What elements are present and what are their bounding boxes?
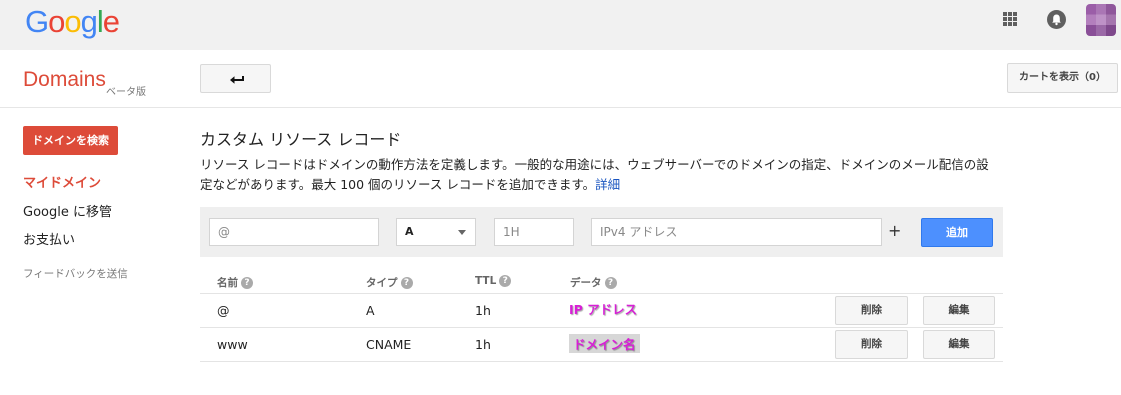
record-data: IP アドレス — [569, 302, 638, 317]
sidebar-item-my-domains[interactable]: マイドメイン — [23, 172, 101, 191]
help-icon[interactable]: ? — [400, 277, 413, 289]
record-name-input[interactable]: @ — [209, 218, 379, 246]
delete-record-button[interactable]: 削除 — [835, 330, 908, 359]
column-header-ttl: TTL? — [475, 275, 512, 287]
view-cart-button[interactable]: カートを表示（0） — [1007, 63, 1118, 93]
logo-letter: e — [102, 4, 120, 39]
send-feedback-link[interactable]: フィードバックを送信 — [23, 266, 128, 281]
search-domain-button[interactable]: ドメインを検索 — [23, 126, 118, 155]
column-header-type: タイプ? — [366, 275, 413, 290]
logo-letter: o — [48, 4, 65, 39]
table-divider — [200, 293, 1003, 294]
help-icon[interactable]: ? — [241, 277, 253, 289]
column-label: TTL — [475, 275, 497, 287]
sidebar-item-billing[interactable]: お支払い — [23, 229, 75, 248]
column-label: タイプ — [366, 277, 398, 289]
table-divider — [200, 327, 1003, 328]
ttl-input[interactable]: 1H — [494, 218, 574, 246]
column-label: データ — [570, 277, 602, 289]
add-record-form: @ A 1H IPv4 アドレス + 追加 — [200, 207, 1003, 257]
domains-header: Domains ベータ版 カートを表示（0） — [0, 50, 1121, 108]
column-header-data: データ? — [570, 275, 617, 290]
delete-record-button[interactable]: 削除 — [835, 296, 908, 325]
account-avatar[interactable] — [1086, 4, 1116, 36]
google-top-bar: Google — [0, 0, 1121, 50]
logo-letter: o — [64, 4, 81, 39]
edit-record-button[interactable]: 編集 — [923, 330, 995, 359]
help-icon[interactable]: ? — [499, 275, 512, 287]
add-record-button[interactable]: 追加 — [921, 218, 993, 247]
dropdown-caret-icon — [458, 230, 466, 235]
record-data-input[interactable]: IPv4 アドレス — [591, 218, 882, 246]
logo-letter: g — [80, 4, 98, 39]
record-name: @ — [217, 303, 230, 318]
table-divider — [200, 361, 1003, 362]
column-header-name: 名前? — [217, 275, 253, 290]
help-icon[interactable]: ? — [604, 277, 617, 289]
record-data: ドメイン名 — [569, 334, 640, 353]
plus-icon[interactable]: + — [888, 221, 901, 240]
record-type: CNAME — [366, 337, 412, 352]
back-button[interactable] — [200, 64, 271, 93]
product-title[interactable]: Domains — [23, 68, 106, 92]
record-ttl: 1h — [475, 337, 491, 352]
logo-letter: G — [25, 4, 49, 39]
page-description: リソース レコードはドメインの動作方法を定義します。一般的な用途には、ウェブサー… — [200, 155, 1000, 195]
record-type-value: A — [405, 225, 414, 238]
google-logo[interactable]: Google — [25, 4, 120, 40]
notification-bell-icon[interactable] — [1047, 10, 1066, 29]
column-label: 名前 — [217, 277, 238, 289]
edit-record-button[interactable]: 編集 — [923, 296, 995, 325]
record-name: www — [217, 337, 248, 352]
record-type: A — [366, 303, 375, 318]
page-title: カスタム リソース レコード — [200, 130, 402, 149]
apps-grid-icon[interactable] — [1003, 12, 1017, 26]
back-arrow-icon — [230, 76, 244, 84]
record-ttl: 1h — [475, 303, 491, 318]
record-type-select[interactable]: A — [396, 218, 476, 246]
details-link[interactable]: 詳細 — [595, 177, 620, 192]
sidebar-item-transfer[interactable]: Google に移管 — [23, 201, 112, 220]
beta-label: ベータ版 — [106, 87, 146, 98]
